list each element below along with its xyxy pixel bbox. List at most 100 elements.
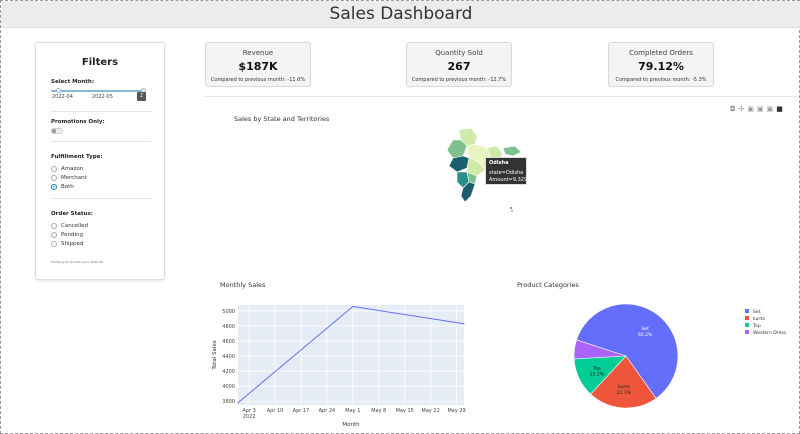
divider (203, 96, 798, 97)
slider-value-badge: 2 (137, 92, 146, 101)
divider (51, 198, 151, 199)
kpi-card-quantity: Quantity Sold 267 Compared to previous m… (406, 42, 512, 87)
radio-merchant[interactable]: Merchant (51, 175, 87, 181)
y-tick-label: 4800 (222, 324, 235, 330)
radio-label: Both (61, 184, 74, 190)
data-point[interactable] (463, 323, 465, 325)
pie-chart-title: Product Categories (517, 281, 579, 289)
legend-label[interactable]: kurta (753, 316, 765, 322)
map-region-northeast[interactable] (502, 145, 522, 157)
y-tick-label: 4000 (222, 384, 235, 390)
kpi-subtitle: Compared to previous month: -11.0% (210, 77, 306, 83)
logo-icon[interactable]: ■ (776, 105, 786, 113)
checkbox-label: Pending (61, 232, 83, 238)
radio-circle (51, 166, 57, 172)
x-tick-label: May 29 (447, 408, 465, 414)
y-tick-label: 3800 (222, 399, 235, 405)
checkbox-pending[interactable]: Pending (51, 232, 83, 238)
x-tick-label: May 22 (422, 408, 440, 414)
checkbox-circle (51, 241, 57, 247)
divider (51, 141, 151, 142)
legend-label[interactable]: Western Dress (753, 330, 787, 336)
slice-label: 12.2% (590, 372, 605, 378)
camera-icon[interactable]: ◘ (730, 105, 739, 113)
promotions-toggle[interactable] (51, 128, 63, 134)
data-point[interactable] (237, 402, 239, 404)
line-chart[interactable]: 3800400042004400460048005000Apr 32022Apr… (206, 293, 471, 431)
legend-label[interactable]: Set (753, 309, 761, 315)
slice-label: Set (641, 326, 649, 332)
slice-label: kurta (618, 384, 630, 390)
radio-amazon[interactable]: Amazon (51, 166, 83, 172)
kpi-subtitle: Compared to previous month: -5.3% (615, 77, 707, 83)
checkbox-circle (51, 232, 57, 238)
radio-label: Merchant (61, 175, 87, 181)
radio-circle (51, 175, 57, 181)
divider (51, 111, 151, 112)
kpi-value: 267 (447, 60, 471, 73)
kpi-title: Quantity Sold (435, 49, 483, 57)
checkbox-circle (51, 223, 57, 229)
kpi-title: Completed Orders (629, 49, 693, 57)
filters-panel: Filters Select Month: 2022-04 2022-05 2 … (35, 42, 165, 280)
filters-title: Filters (81, 57, 119, 68)
x-tick-label: 2022 (243, 414, 256, 420)
order-status-label: Order Status: (51, 211, 94, 217)
y-tick-label: 5000 (222, 309, 235, 315)
map-islands (511, 210, 513, 212)
slice-label: 60.2% (638, 332, 653, 338)
legend-swatch[interactable] (745, 309, 749, 313)
reset-icon[interactable]: ▣ (767, 105, 777, 113)
x-tick-label: Apr 10 (267, 408, 284, 414)
map-region-northwest[interactable] (446, 139, 468, 159)
kpi-card-completed: Completed Orders 79.12% Compared to prev… (608, 42, 714, 87)
fulfillment-label: Fulfillment Type: (51, 154, 103, 160)
y-tick-label: 4400 (222, 354, 235, 360)
slice-label: Top (592, 366, 601, 372)
slider-tick-start: 2022-04 (52, 94, 73, 100)
chart-toolbar: ◘✢▣▣▣■ (730, 105, 786, 113)
x-tick-label: May 1 (345, 408, 360, 414)
legend-swatch[interactable] (745, 323, 749, 327)
zoom-in-icon[interactable]: ▣ (747, 105, 757, 113)
data-point[interactable] (352, 305, 354, 308)
slider-tick-end: 2022-05 (92, 94, 113, 100)
radio-circle-selected (51, 184, 57, 190)
checkbox-label: Shipped (61, 241, 84, 247)
legend-label[interactable]: Top (752, 323, 761, 329)
page-title: Sales Dashboard (1, 1, 800, 28)
legend-swatch[interactable] (745, 330, 749, 334)
slider-handle-start[interactable] (56, 88, 61, 93)
tooltip-amount: Amount=9,329.95 (489, 177, 536, 183)
tooltip-header: Odisha (489, 160, 509, 166)
pie-chart[interactable]: Set60.2%kurta21.7%Top12.2%SetkurtaTopWes… (561, 293, 799, 431)
kpi-card-revenue: Revenue $187K Compared to previous month… (205, 42, 311, 87)
slice-label: 21.7% (617, 390, 632, 396)
kpi-title: Revenue (242, 49, 274, 57)
map-tooltip: Odisha state=Odisha Amount=9,329.95 (485, 157, 536, 185)
checkbox-cancelled[interactable]: Cancelled (51, 223, 88, 229)
x-tick-label: May 15 (396, 408, 414, 414)
zoom-out-icon[interactable]: ▣ (757, 105, 767, 113)
kpi-subtitle: Compared to previous month: -12.7% (411, 77, 507, 83)
x-tick-label: Apr 24 (319, 408, 336, 414)
promotions-label: Promotions Only: (51, 119, 105, 125)
y-tick-label: 4600 (222, 339, 235, 345)
x-tick-label: May 8 (371, 408, 386, 414)
y-axis-label: Total Sales (212, 340, 218, 370)
radio-label: Amazon (61, 166, 84, 172)
checkbox-label: Cancelled (61, 223, 89, 229)
map-region-west[interactable] (448, 155, 470, 173)
legend-swatch[interactable] (745, 316, 749, 320)
x-tick-label: Apr 17 (293, 408, 310, 414)
select-month-label: Select Month: (51, 79, 95, 85)
slider-track (51, 90, 146, 92)
map-title: Sales by State and Territories (234, 115, 330, 123)
radio-both[interactable]: Both (51, 184, 74, 190)
checkbox-shipped[interactable]: Shipped (51, 241, 83, 247)
kpi-value: $187K (238, 60, 278, 73)
map-islands (510, 207, 512, 209)
dashboard-root: Sales Dashboard Filters Select Month: 20… (0, 0, 800, 434)
toggle-knob (52, 129, 56, 133)
kpi-value: 79.12% (638, 60, 684, 73)
